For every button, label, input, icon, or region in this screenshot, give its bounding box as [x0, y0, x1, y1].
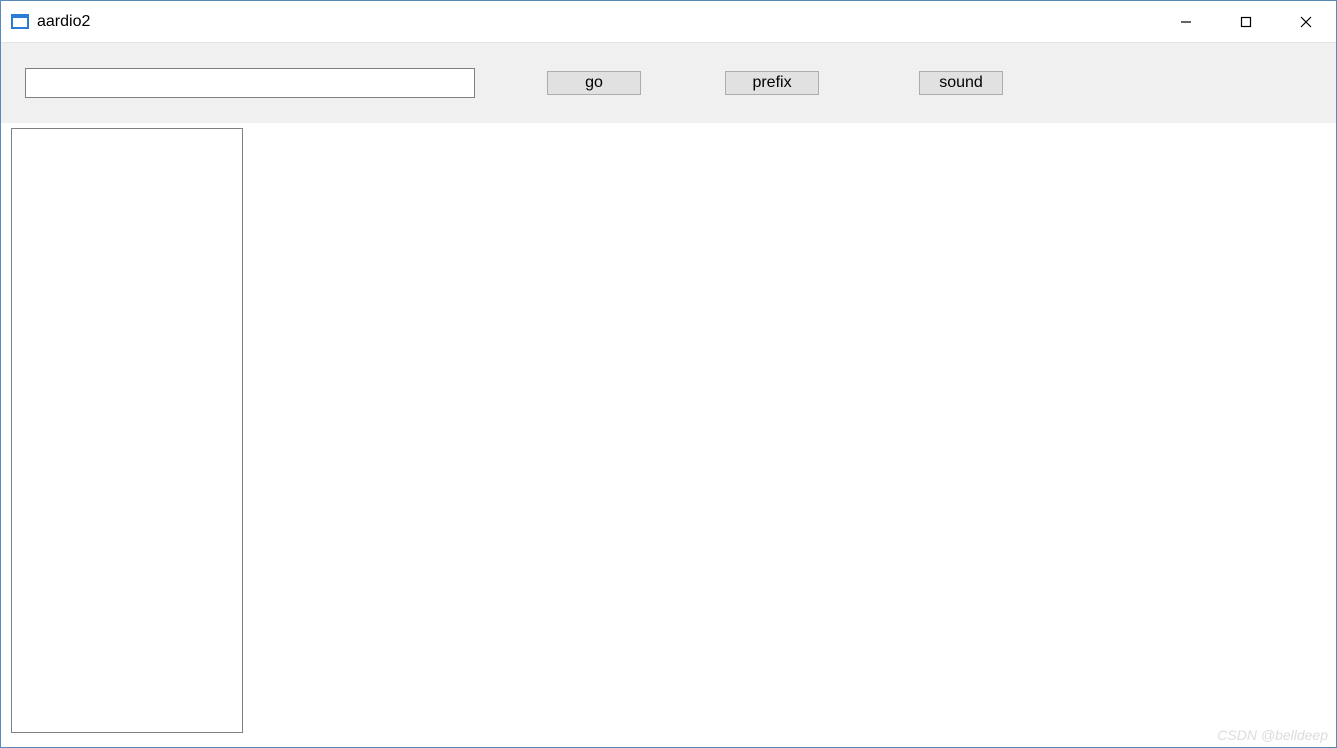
sound-button[interactable]: sound — [919, 71, 1003, 95]
prefix-button[interactable]: prefix — [725, 71, 819, 95]
search-input[interactable] — [25, 68, 475, 98]
window-controls — [1156, 1, 1336, 42]
close-button[interactable] — [1276, 1, 1336, 42]
toolbar: go prefix sound — [1, 43, 1336, 123]
content-area: CSDN @belldeep — [1, 123, 1336, 747]
minimize-button[interactable] — [1156, 1, 1216, 42]
app-icon — [11, 14, 29, 29]
go-button[interactable]: go — [547, 71, 641, 95]
results-listbox[interactable] — [11, 128, 243, 733]
maximize-icon — [1240, 16, 1252, 28]
minimize-icon — [1180, 16, 1192, 28]
close-icon — [1300, 16, 1312, 28]
window-title: aardio2 — [37, 13, 1156, 31]
app-window: aardio2 go prefix — [0, 0, 1337, 748]
maximize-button[interactable] — [1216, 1, 1276, 42]
titlebar[interactable]: aardio2 — [1, 1, 1336, 43]
watermark: CSDN @belldeep — [1217, 727, 1328, 743]
